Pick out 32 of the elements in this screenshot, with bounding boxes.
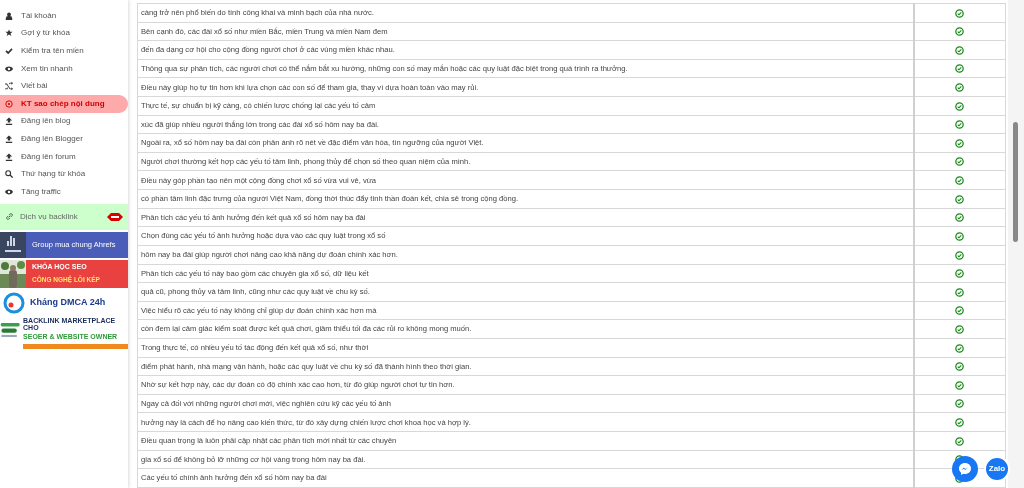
target-icon: [5, 99, 13, 108]
chat-bubble-icon: [958, 462, 972, 476]
zalo-button[interactable]: Zalo: [984, 456, 1010, 482]
link-icon: [5, 212, 14, 222]
shield-logo-icon: [3, 291, 25, 314]
upload-icon: [5, 117, 13, 126]
sidebar-item[interactable]: Tài khoản: [0, 7, 128, 25]
upload-icon: [5, 134, 13, 143]
banner-text: Kháng DMCA 24h: [30, 295, 106, 309]
sidebar-item[interactable]: Gợi ý từ khóa: [0, 24, 128, 43]
check-icon: [5, 47, 13, 55]
eye-icon: [5, 64, 13, 73]
sidebar-item[interactable]: Thứ hạng từ khóa: [0, 165, 128, 183]
sidebar-item[interactable]: Tăng traffic: [0, 182, 128, 201]
sidebar-item[interactable]: Kiểm tra tên miền: [0, 42, 128, 60]
sidebar-item[interactable]: Viết bài: [0, 77, 128, 95]
scrollbar-thumb[interactable]: [1013, 122, 1018, 242]
scrollbar[interactable]: [1008, 0, 1024, 488]
upload-icon: [5, 152, 13, 161]
shuffle-icon: [5, 82, 13, 91]
sidebar-item[interactable]: Đăng lên forum: [0, 147, 128, 166]
sidebar-item[interactable]: Đăng lên Blogger: [0, 130, 128, 148]
star-icon: [5, 29, 13, 38]
sidebar-item[interactable]: Dịch vụ backlink: [0, 203, 128, 230]
user-icon: [5, 11, 13, 20]
sidebar-item[interactable]: Xem tin nhanh: [0, 59, 128, 78]
messenger-button[interactable]: [952, 456, 978, 482]
search-icon: [5, 170, 13, 179]
eye-icon: [5, 187, 13, 196]
sidebar-item[interactable]: Đăng lên blog: [0, 112, 128, 131]
ahrefs-logo-icon: [0, 231, 26, 258]
new-badge-icon: [107, 212, 123, 221]
